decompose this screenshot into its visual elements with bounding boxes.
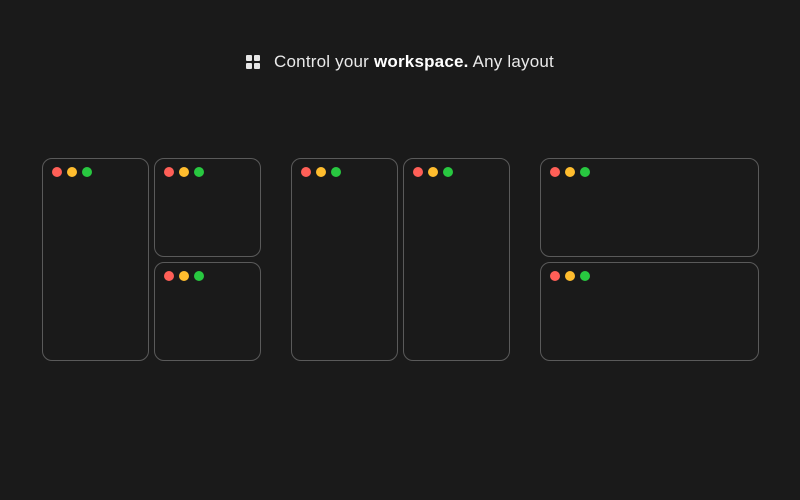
window-frame	[540, 158, 759, 257]
red-dot-icon	[550, 167, 560, 177]
grid-cell	[246, 55, 252, 61]
grid-cell	[254, 63, 260, 69]
green-dot-icon	[331, 167, 341, 177]
layout-column	[154, 158, 261, 361]
traffic-lights	[301, 167, 341, 177]
yellow-dot-icon	[565, 271, 575, 281]
grid-cell	[246, 63, 252, 69]
layout-group	[42, 158, 261, 361]
red-dot-icon	[413, 167, 423, 177]
grid-cell	[254, 55, 260, 61]
green-dot-icon	[194, 167, 204, 177]
red-dot-icon	[550, 271, 560, 281]
layout-column	[42, 158, 149, 361]
yellow-dot-icon	[565, 167, 575, 177]
headline-prefix: Control your	[274, 52, 374, 71]
red-dot-icon	[164, 167, 174, 177]
headline-text: Control your workspace. Any layout	[274, 52, 554, 72]
red-dot-icon	[164, 271, 174, 281]
layout-group	[540, 158, 759, 361]
headline-row: Control your workspace. Any layout	[246, 52, 554, 72]
traffic-lights	[413, 167, 453, 177]
grid-icon	[246, 55, 260, 69]
red-dot-icon	[301, 167, 311, 177]
window-frame	[403, 158, 510, 361]
green-dot-icon	[194, 271, 204, 281]
window-frame	[540, 262, 759, 361]
traffic-lights	[550, 167, 590, 177]
traffic-lights	[164, 271, 204, 281]
headline-bold: workspace.	[374, 52, 469, 71]
green-dot-icon	[580, 271, 590, 281]
yellow-dot-icon	[428, 167, 438, 177]
layout-column	[403, 158, 510, 361]
traffic-lights	[52, 167, 92, 177]
headline-suffix: Any layout	[469, 52, 554, 71]
red-dot-icon	[52, 167, 62, 177]
green-dot-icon	[443, 167, 453, 177]
layout-column	[291, 158, 398, 361]
yellow-dot-icon	[316, 167, 326, 177]
layout-group	[291, 158, 510, 361]
green-dot-icon	[580, 167, 590, 177]
yellow-dot-icon	[67, 167, 77, 177]
yellow-dot-icon	[179, 167, 189, 177]
layout-column	[540, 158, 759, 361]
window-frame	[42, 158, 149, 361]
window-frame	[154, 158, 261, 257]
layouts-row	[42, 158, 759, 361]
traffic-lights	[550, 271, 590, 281]
window-frame	[291, 158, 398, 361]
green-dot-icon	[82, 167, 92, 177]
yellow-dot-icon	[179, 271, 189, 281]
window-frame	[154, 262, 261, 361]
traffic-lights	[164, 167, 204, 177]
